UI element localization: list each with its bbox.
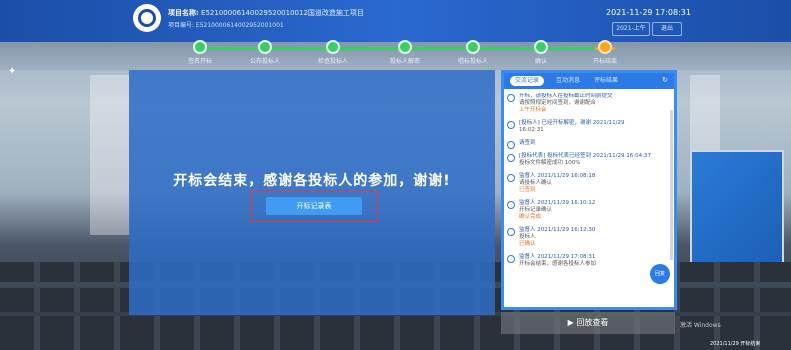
step-5: 唱标投标人 — [438, 40, 508, 65]
user-icon — [507, 141, 515, 149]
chat-head: [投标代表] 投标代表已经签到 2021/11/29 16:04:37 — [519, 153, 651, 159]
chat-item: 监督人 2021/11/29 16:08:18 请投标人确认 已签到 — [507, 173, 671, 194]
step-6: 确认 — [506, 40, 576, 65]
replay-button[interactable]: ▶ 回放查看 — [501, 312, 675, 334]
exit-button[interactable]: 退出 — [652, 22, 682, 36]
user-icon — [507, 94, 515, 102]
chat-hl: 已确认 — [519, 241, 536, 247]
session-button[interactable]: 2021-上午 — [612, 22, 650, 36]
user-icon — [507, 201, 515, 209]
project-code: 项目编号: E5210000614002952001001 — [168, 22, 284, 29]
chat-body: 请按照规定时间签到，谢谢配合 — [519, 100, 597, 106]
header-bar: 项目名称: E52100006140029520010012国道改造施工项目 项… — [0, 0, 791, 42]
chat-body: 投标人 — [519, 234, 536, 240]
progress-steps: 签名开标 公布投标人 检查投标人 投标人解密 唱标投标人 确认 开标结束 — [150, 40, 640, 66]
chat-tabs: 交流记录 互动消息 评标结果 ↻ — [504, 73, 674, 89]
user-icon — [507, 121, 515, 129]
scrollbar[interactable] — [670, 110, 673, 260]
chat-body: 请投标人确认 — [519, 180, 553, 186]
chat-body: 投标文件解密成功 100% — [519, 160, 581, 166]
chat-list: 开标，请投标人在投标截止时间前提交 请按照规定时间签到，谢谢配合 上午开标会 [投标人… — [507, 93, 671, 305]
step-4: 投标人解密 — [370, 40, 440, 65]
chat-body: 16:02:31 — [519, 127, 544, 133]
chat-head: [投标人] 已经开标解密，谢谢 2021/11/29 — [519, 120, 625, 126]
chat-item: 请签到 — [507, 140, 671, 149]
chat-item: 监督人 2021/11/29 16:10:12 开标记录确认 确认完成 — [507, 200, 671, 221]
open-record-button[interactable]: 开标记录表 — [266, 197, 362, 215]
step-2: 公布投标人 — [230, 40, 300, 65]
taskbar-text: 2021/11/29 开标结束 — [710, 341, 761, 347]
user-icon — [507, 228, 515, 236]
chat-hl: 上午开标会 — [519, 107, 547, 113]
wall-screen — [690, 150, 784, 264]
tab-messages[interactable]: 互动消息 — [556, 76, 580, 86]
user-icon — [507, 174, 515, 182]
user-icon — [507, 154, 515, 162]
windows-activation-note: 激活 Windows — [680, 322, 721, 329]
chat-head: 监督人 2021/11/29 16:12:30 — [519, 227, 596, 233]
chat-hl: 已签到 — [519, 187, 536, 193]
step-3: 检查投标人 — [298, 40, 368, 65]
wall-light — [90, 75, 130, 235]
chat-item: [投标代表] 投标代表已经签到 2021/11/29 16:04:37 投标文件解… — [507, 153, 671, 167]
tab-results[interactable]: 评标结果 — [594, 76, 618, 86]
chat-head: 请签到 — [519, 140, 536, 146]
end-message: 开标会结束，感谢各投标人的参加，谢谢! — [173, 173, 451, 189]
chat-item: 监督人 2021/11/29 16:12:30 投标人 已确认 — [507, 227, 671, 248]
step-1: 签名开标 — [165, 40, 235, 65]
logo-icon — [133, 4, 161, 32]
step-7: 开标结束 — [570, 40, 640, 65]
video-icon: ▶ — [567, 318, 574, 327]
reply-float-button[interactable]: 回复 — [650, 264, 670, 284]
chat-item: 监督人 2021/11/29 17:08:31 开标会结束，感谢各投标人参加 — [507, 254, 671, 268]
datetime: 2021-11-29 17:08:31 — [606, 8, 691, 17]
chat-item: [投标人] 已经开标解密，谢谢 2021/11/29 16:02:31 — [507, 120, 671, 134]
tab-chat[interactable]: 交流记录 — [510, 76, 545, 86]
chat-item: 开标，请投标人在投标截止时间前提交 请按照规定时间签到，谢谢配合 上午开标会 — [507, 93, 671, 114]
chat-body: 开标会结束，感谢各投标人参加 — [519, 261, 597, 267]
user-icon — [507, 255, 515, 263]
chat-head: 监督人 2021/11/29 16:08:18 — [519, 173, 596, 179]
chat-hl: 确认完成 — [519, 214, 542, 220]
chat-head: 监督人 2021/11/29 16:10:12 — [519, 200, 596, 206]
chat-body: 开标记录确认 — [519, 207, 553, 213]
chat-head: 开标，请投标人在投标截止时间前提交 — [519, 93, 613, 99]
bird-icon: ✦ — [8, 66, 17, 77]
project-name: 项目名称: E52100006140029520010012国道改造施工项目 — [168, 9, 364, 17]
refresh-icon[interactable]: ↻ — [662, 76, 668, 84]
chat-head: 监督人 2021/11/29 17:08:31 — [519, 254, 596, 260]
